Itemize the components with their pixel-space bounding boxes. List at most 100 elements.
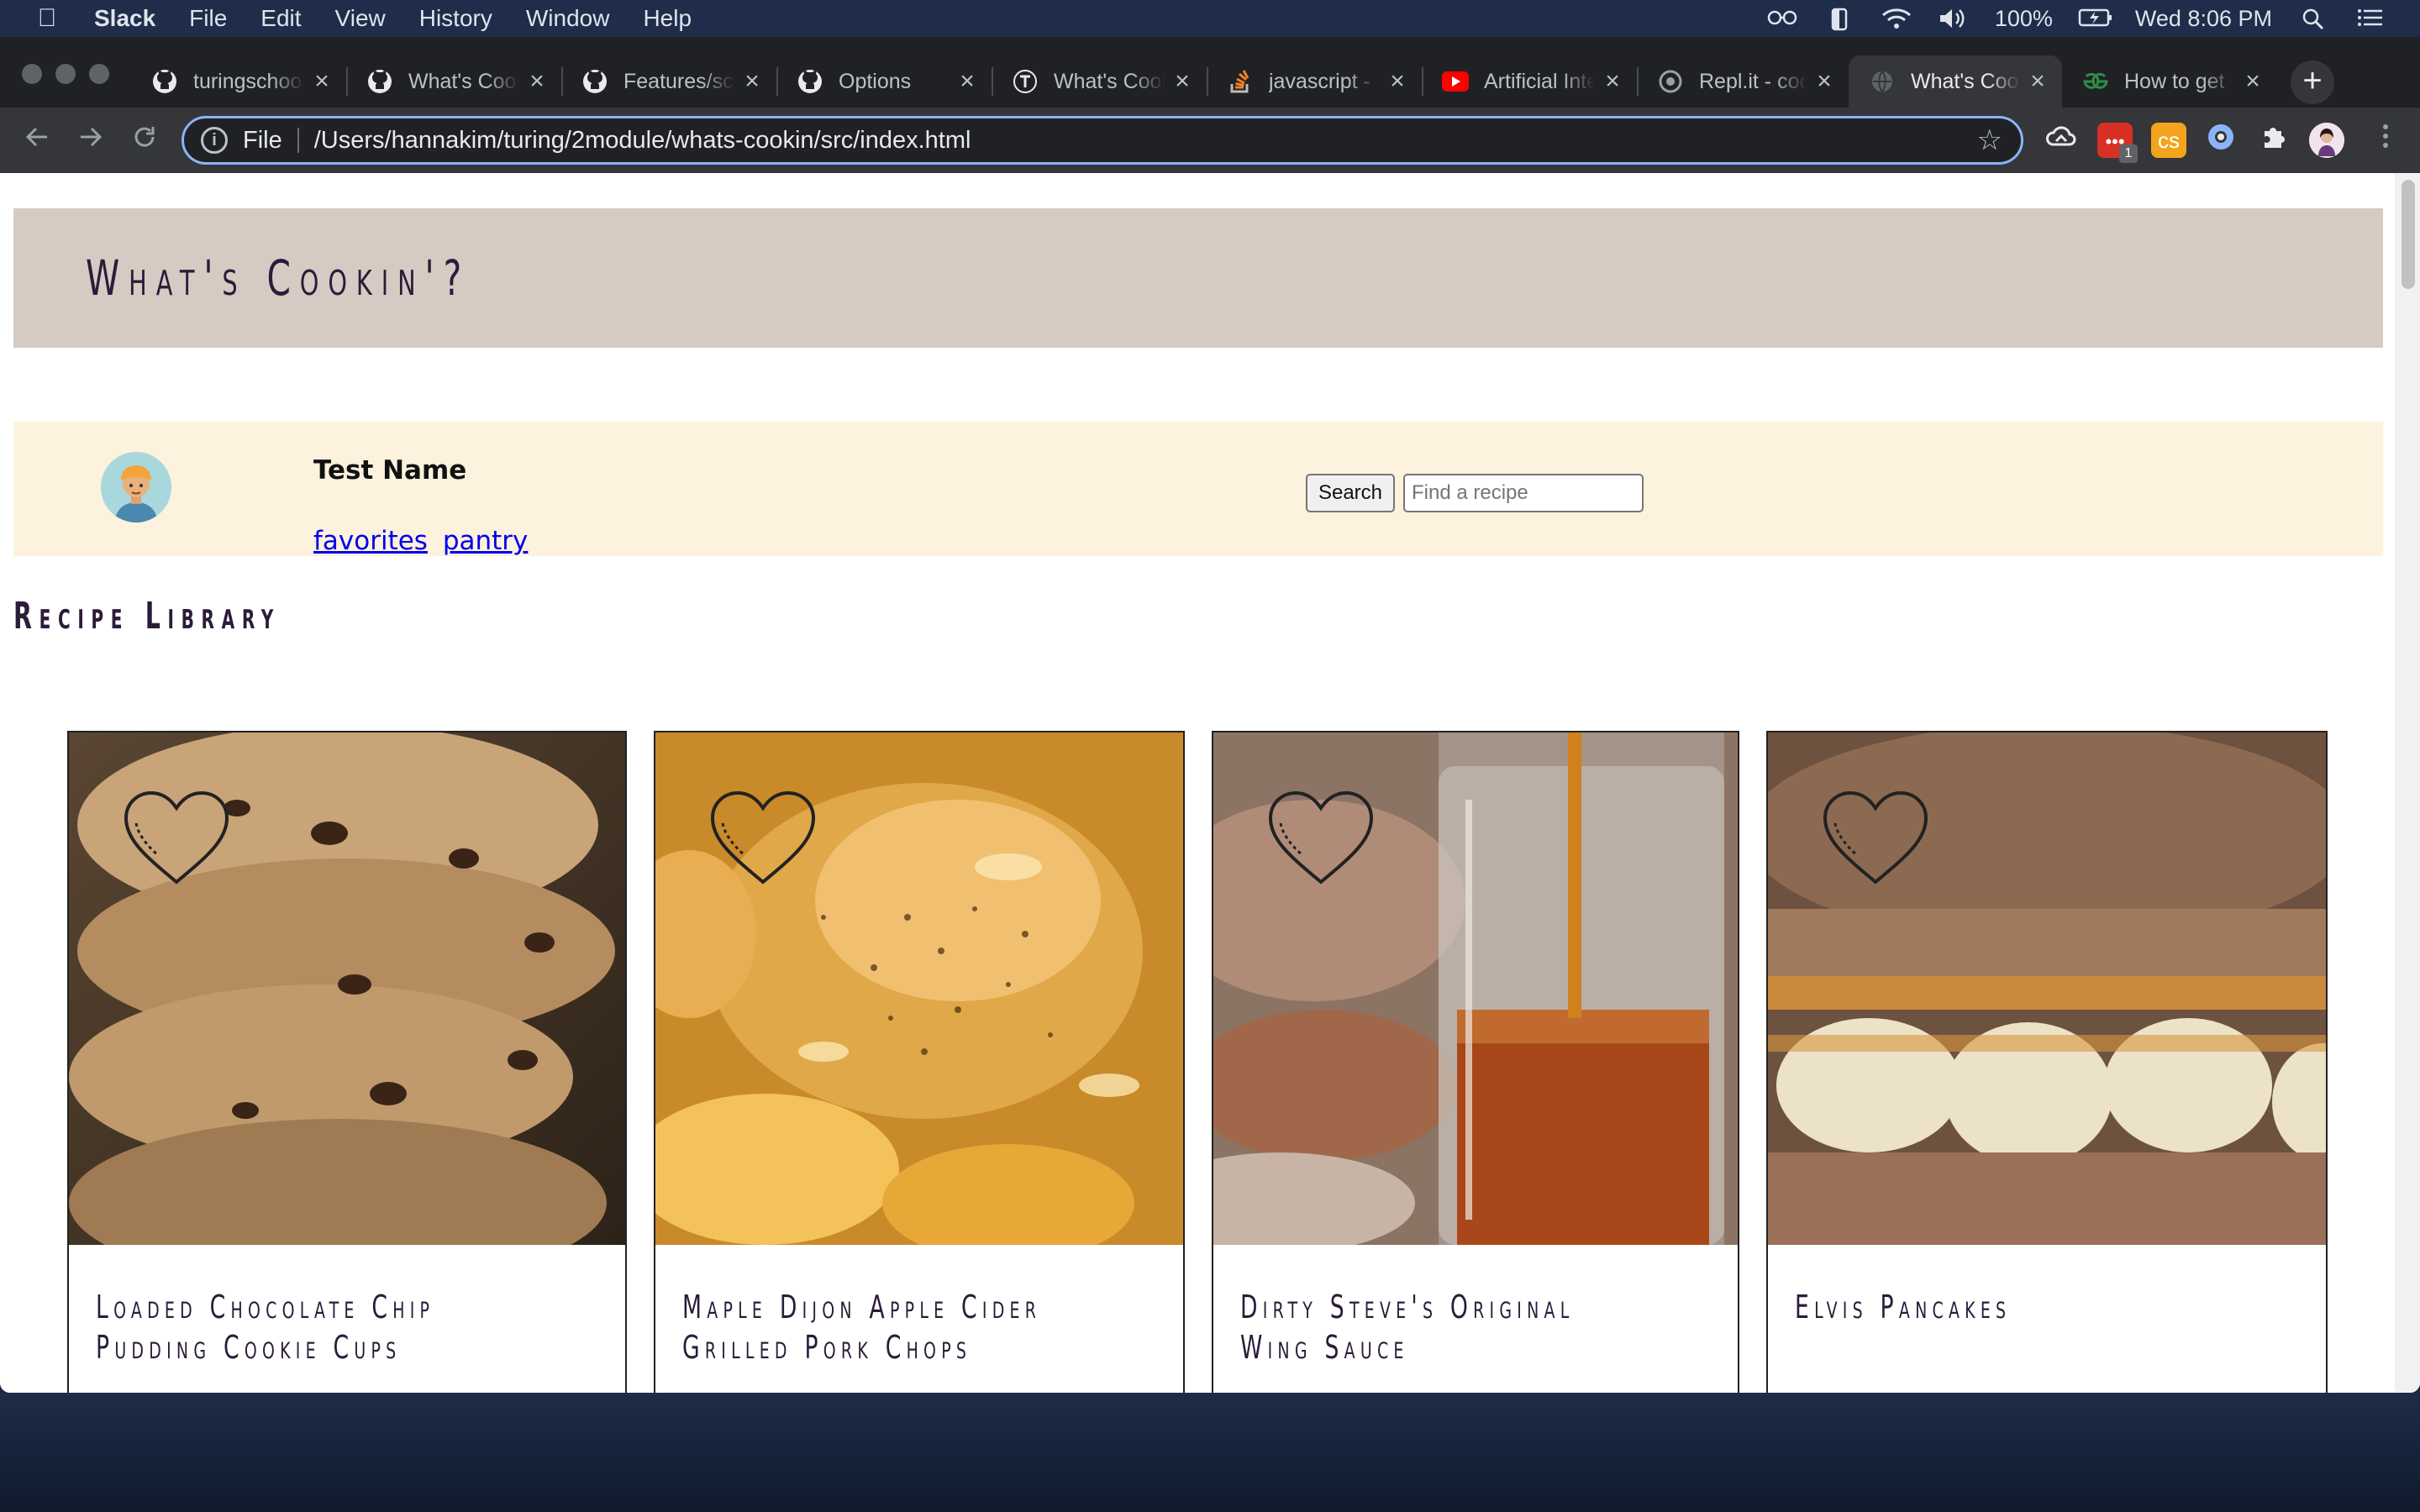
browser-tab[interactable]: Artificial Intelligence × (1422, 55, 1637, 108)
tab-divider (1422, 67, 1423, 96)
bookmark-star-icon[interactable]: ☆ (1977, 123, 2002, 157)
tab-close-icon[interactable]: × (1170, 67, 1195, 96)
tab-title: What's Cookin (408, 69, 519, 93)
notification-center-icon[interactable] (2354, 8, 2386, 29)
site-info-icon[interactable]: i (201, 127, 228, 154)
menu-file[interactable]: File (189, 5, 227, 32)
favorite-heart-icon[interactable] (1265, 790, 1376, 887)
favorites-link[interactable]: favorites (313, 526, 428, 556)
favorite-heart-icon[interactable] (121, 790, 232, 887)
tab-divider (992, 67, 993, 96)
search-button[interactable]: Search (1306, 474, 1395, 512)
recipe-name[interactable]: Maple Dijon Apple Cider Grilled Pork Cho… (682, 1287, 1050, 1368)
recipe-card[interactable]: Elvis Pancakes (1766, 731, 2328, 1393)
battery-icon[interactable] (2078, 8, 2112, 29)
puzzle-extensions-icon[interactable] (2255, 123, 2291, 158)
back-arrow-icon[interactable] (20, 123, 54, 157)
tab-divider (776, 67, 778, 96)
browser-tab[interactable]: How to get × (2062, 55, 2277, 108)
browser-tab[interactable]: What's Cookin × (346, 55, 561, 108)
circle-extension-icon[interactable] (2203, 123, 2238, 158)
url-scheme-label: File (243, 126, 282, 154)
tab-close-icon[interactable]: × (1812, 67, 1837, 96)
apple-menu-icon[interactable]:  (32, 4, 62, 33)
extension-badge: 1 (2119, 144, 2138, 163)
recipe-photo[interactable] (1768, 732, 2326, 1245)
menu-history[interactable]: History (419, 5, 492, 32)
menubar-app-name[interactable]: Slack (94, 5, 155, 32)
chrome-menu-icon[interactable] (2368, 123, 2403, 158)
tab-close-icon[interactable]: × (524, 67, 550, 96)
tab-title: Features/scope (623, 69, 734, 93)
site-header: What's Cookin'? (13, 208, 2383, 348)
tab-close-icon[interactable]: × (2025, 67, 2050, 96)
window-close-button[interactable] (22, 64, 42, 84)
address-bar[interactable]: i File /Users/hannakim/turing/2module/wh… (182, 116, 2023, 165)
user-bar: Test Name favorites pantry Search Find a… (13, 422, 2383, 556)
recipe-library-heading: Recipe Library (13, 595, 281, 638)
reload-icon[interactable] (128, 123, 161, 157)
cs-extension-icon[interactable]: cs (2151, 123, 2186, 158)
volume-icon[interactable] (1938, 8, 1970, 29)
browser-tab[interactable]: Features/scope × (561, 55, 776, 108)
menu-view[interactable]: View (335, 5, 386, 32)
tab-close-icon[interactable]: × (739, 67, 765, 96)
tab-close-icon[interactable]: × (2240, 67, 2265, 96)
sidebar-app-icon[interactable] (1823, 8, 1855, 31)
tab-close-icon[interactable]: × (1385, 67, 1410, 96)
page-scrollbar[interactable] (2395, 173, 2420, 1393)
page-scrollbar-thumb[interactable] (2402, 180, 2415, 289)
profile-avatar-icon[interactable] (2309, 123, 2344, 158)
recipe-photo[interactable] (1213, 732, 1738, 1245)
tab-divider (1207, 67, 1208, 96)
favorite-heart-icon[interactable] (1820, 790, 1931, 887)
spotlight-search-icon[interactable] (2297, 8, 2329, 30)
recipe-card[interactable]: Dirty Steve's Original Wing Sauce (1212, 731, 1739, 1393)
todo-extension-icon[interactable]: ••• 1 (2097, 123, 2138, 163)
tab-title: Repl.it - code (1699, 69, 1807, 93)
recipe-photo[interactable] (655, 732, 1183, 1245)
github-icon (797, 68, 823, 95)
browser-tab-active[interactable]: What's Cookin × (1849, 55, 2062, 108)
tab-divider (346, 67, 348, 96)
recipe-name[interactable]: Dirty Steve's Original Wing Sauce (1240, 1287, 1607, 1368)
favorite-heart-icon[interactable] (708, 790, 818, 887)
browser-tab[interactable]: turingschool × (131, 55, 346, 108)
wifi-icon[interactable] (1881, 8, 1912, 29)
github-icon (581, 68, 608, 95)
forward-arrow-icon[interactable] (74, 123, 108, 157)
tab-title: Options (839, 69, 912, 93)
tab-close-icon[interactable]: × (309, 67, 334, 96)
menu-window[interactable]: Window (526, 5, 610, 32)
browser-tab[interactable]: Options × (776, 55, 992, 108)
window-minimize-button[interactable] (55, 64, 76, 84)
browser-tab[interactable]: What's Cookin × (992, 55, 1207, 108)
cloud-extension-icon[interactable] (2044, 123, 2079, 158)
recipe-name[interactable]: Loaded Chocolate Chip Pudding Cookie Cup… (96, 1287, 463, 1368)
tab-strip: turingschool × What's Cookin × Features/… (0, 37, 2420, 108)
browser-tab[interactable]: javascript - × (1207, 55, 1422, 108)
search-input[interactable]: Find a recipe (1403, 474, 1644, 512)
browser-toolbar: i File /Users/hannakim/turing/2module/wh… (0, 108, 2420, 173)
menu-help[interactable]: Help (643, 5, 692, 32)
recipe-card[interactable]: Maple Dijon Apple Cider Grilled Pork Cho… (654, 731, 1185, 1393)
tab-close-icon[interactable]: × (955, 67, 980, 96)
recipe-card[interactable]: Loaded Chocolate Chip Pudding Cookie Cup… (67, 731, 627, 1393)
tab-title: How to get (2124, 69, 2225, 93)
recipe-photo[interactable] (69, 732, 625, 1245)
window-zoom-button[interactable] (89, 64, 109, 84)
browser-tab[interactable]: Repl.it - code × (1637, 55, 1849, 108)
url-text[interactable]: /Users/hannakim/turing/2module/whats-coo… (314, 127, 971, 155)
new-tab-button[interactable]: + (2291, 60, 2334, 104)
youtube-icon (1442, 68, 1469, 95)
desktop-background (0, 1393, 2420, 1512)
menu-edit[interactable]: Edit (260, 5, 301, 32)
glasses-icon[interactable] (1766, 8, 1798, 29)
tab-title: What's Cookin (1911, 69, 2020, 93)
tab-close-icon[interactable]: × (1600, 67, 1625, 96)
recipe-name[interactable]: Elvis Pancakes (1795, 1287, 2162, 1327)
url-separator (297, 128, 299, 153)
user-name: Test Name (313, 455, 467, 486)
pantry-link[interactable]: pantry (443, 526, 529, 556)
menubar-clock[interactable]: Wed 8:06 PM (2135, 6, 2272, 32)
